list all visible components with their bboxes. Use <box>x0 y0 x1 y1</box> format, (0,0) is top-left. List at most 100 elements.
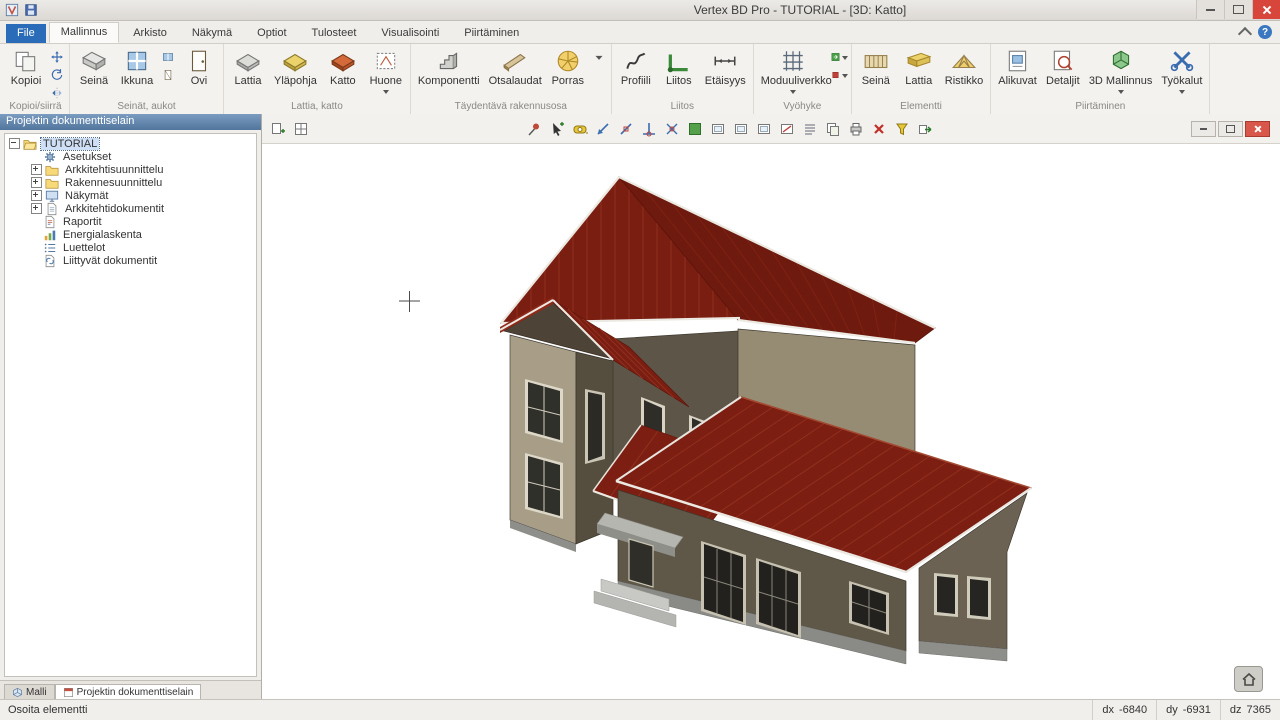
group-label: Lattia, katto <box>227 101 407 114</box>
subdrawing-icon <box>1005 48 1031 74</box>
pin-icon[interactable] <box>524 119 543 138</box>
home-view-button[interactable] <box>1234 666 1263 692</box>
tree-item-tutorial[interactable]: TUTORIAL <box>5 137 256 150</box>
help-icon[interactable]: ? <box>1258 25 1272 39</box>
minimize-icon[interactable] <box>1196 0 1224 19</box>
moduuliverkko-button[interactable]: Moduuliverkko <box>757 45 829 94</box>
filter-funnel-icon[interactable] <box>892 119 911 138</box>
close-icon[interactable] <box>1252 0 1280 19</box>
app-logo-icon[interactable] <box>5 3 19 17</box>
zone-red-icon[interactable] <box>830 66 848 83</box>
maximize-icon[interactable] <box>1224 0 1252 19</box>
lattia-button[interactable]: Lattia <box>227 45 269 88</box>
move-icon[interactable] <box>48 48 66 65</box>
liitos-button[interactable]: Liitos <box>658 45 700 88</box>
group-label: Liitos <box>615 101 750 114</box>
door-variant-icon[interactable] <box>159 66 177 83</box>
tab-tulosteet[interactable]: Tulosteet <box>301 24 368 43</box>
save-icon[interactable] <box>24 3 38 17</box>
ylapohja-button[interactable]: Yläpohja <box>270 45 321 88</box>
hatch-lines-icon[interactable] <box>800 119 819 138</box>
mirror-icon[interactable] <box>48 84 66 101</box>
views-icon <box>45 189 59 203</box>
kopioi-button[interactable]: Kopioi <box>5 45 47 88</box>
expand-icon[interactable] <box>31 177 42 188</box>
tree-item-asetukset[interactable]: Asetukset <box>5 150 256 163</box>
restore-icon[interactable] <box>1218 121 1243 137</box>
quick-access-toolbar <box>0 3 38 17</box>
zone-green-icon[interactable] <box>830 48 848 65</box>
ristikko-button[interactable]: Ristikko <box>941 45 988 88</box>
tree-item-arkkitehtidokumentit[interactable]: Arkkitehtidokumentit <box>5 202 256 215</box>
ribbon-collapse-icon[interactable] <box>1238 26 1252 40</box>
coordinate-dz: dz7365 <box>1220 700 1280 720</box>
frame-icon-2[interactable] <box>731 119 750 138</box>
tree-item-energialaskenta[interactable]: Energialaskenta <box>5 228 256 241</box>
print-icon[interactable] <box>846 119 865 138</box>
komponentti-button[interactable]: Komponentti <box>414 45 484 88</box>
seina-button[interactable]: Seinä <box>73 45 115 88</box>
tyokalut-button[interactable]: Työkalut <box>1157 45 1206 94</box>
profiili-button[interactable]: Profiili <box>615 45 657 88</box>
snap-line-icon[interactable] <box>593 119 612 138</box>
tab-nakyma[interactable]: Näkymä <box>181 24 243 43</box>
ikkuna-button[interactable]: Ikkuna <box>116 45 158 88</box>
ovi-button[interactable]: Ovi <box>178 45 220 88</box>
3d-modeling-icon <box>1108 48 1134 74</box>
tab-file[interactable]: File <box>6 24 46 43</box>
drawing-area <box>262 114 1280 700</box>
snap-intersect-icon[interactable] <box>662 119 681 138</box>
copy-sheet-icon[interactable] <box>823 119 842 138</box>
3d-viewport[interactable] <box>262 144 1280 700</box>
tab-projektin-dokumenttiselain[interactable]: Projektin dokumenttiselain <box>55 684 202 700</box>
export-arrow-icon[interactable] <box>915 119 934 138</box>
ribbon-group-kopioi-siirra: Kopioi Kopioi/siirrä <box>2 44 70 114</box>
fill-green-icon[interactable] <box>685 119 704 138</box>
3d-mallinnus-button[interactable]: 3D Mallinnus <box>1085 45 1157 94</box>
tree-item-raportit[interactable]: Raportit <box>5 215 256 228</box>
tab-malli[interactable]: Malli <box>4 684 55 700</box>
select-plus-icon[interactable] <box>547 119 566 138</box>
new-view-icon[interactable] <box>268 119 287 138</box>
elementti-seina-button[interactable]: Seinä <box>855 45 897 88</box>
tab-optiot[interactable]: Optiot <box>246 24 297 43</box>
alikuvat-button[interactable]: Alikuvat <box>994 45 1041 88</box>
collapse-icon[interactable] <box>9 138 20 149</box>
tree-item-rakennesuunnittelu[interactable]: Rakennesuunnittelu <box>5 176 256 189</box>
dropdown-arrow-icon[interactable] <box>590 48 608 65</box>
tree-item-luettelot[interactable]: Luettelot <box>5 241 256 254</box>
tree-item-nakymat[interactable]: Näkymät <box>5 189 256 202</box>
3d-model-house[interactable] <box>262 144 1280 701</box>
tree-item-arkkitehtisuunnittelu[interactable]: Arkkitehtisuunnittelu <box>5 163 256 176</box>
frame-icon[interactable] <box>708 119 727 138</box>
tree-item-liittyvat-dokumentit[interactable]: Liittyvät dokumentit <box>5 254 256 267</box>
window-variant-icon[interactable] <box>159 48 177 65</box>
katto-button[interactable]: Katto <box>322 45 364 88</box>
frame-red-icon[interactable] <box>777 119 796 138</box>
etaisyys-button[interactable]: Etäisyys <box>701 45 750 88</box>
measure-tape-icon[interactable] <box>570 119 589 138</box>
frame-icon-3[interactable] <box>754 119 773 138</box>
elementti-lattia-button[interactable]: Lattia <box>898 45 940 88</box>
huone-button[interactable]: Huone <box>365 45 407 94</box>
expand-icon[interactable] <box>31 203 42 214</box>
detaljit-button[interactable]: Detaljit <box>1042 45 1084 88</box>
ribbon-group-taydentava: Komponentti Otsalaudat Porras Täydentävä… <box>411 44 612 114</box>
close-icon[interactable] <box>1245 121 1270 137</box>
expand-icon[interactable] <box>31 190 42 201</box>
expand-icon[interactable] <box>31 164 42 175</box>
viewports-icon[interactable] <box>291 119 310 138</box>
tab-arkisto[interactable]: Arkisto <box>122 24 178 43</box>
snap-box-icon[interactable] <box>616 119 635 138</box>
report-icon <box>43 215 57 229</box>
snap-perp-icon[interactable] <box>639 119 658 138</box>
tab-piirtaminen[interactable]: Piirtäminen <box>453 24 530 43</box>
dropdown-arrow-icon <box>1179 90 1185 94</box>
delete-red-icon[interactable] <box>869 119 888 138</box>
tab-visualisointi[interactable]: Visualisointi <box>370 24 450 43</box>
otsalaudat-button[interactable]: Otsalaudat <box>485 45 546 88</box>
tab-mallinnus[interactable]: Mallinnus <box>49 22 119 43</box>
minimize-icon[interactable] <box>1191 121 1216 137</box>
porras-button[interactable]: Porras <box>547 45 589 88</box>
rotate-icon[interactable] <box>48 66 66 83</box>
